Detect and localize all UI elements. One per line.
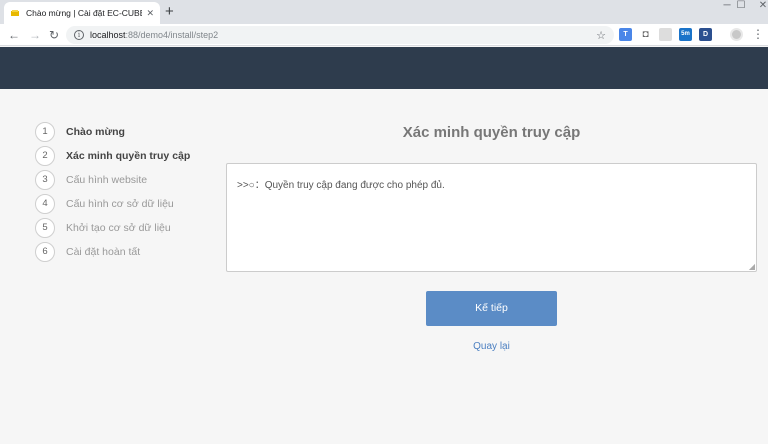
reload-icon[interactable]: ↻ xyxy=(49,27,59,43)
step-database-init: 5 Khởi tạo cơ sở dữ liệu xyxy=(35,216,190,240)
page-title: Xác minh quyền truy cập xyxy=(402,124,581,141)
step-number: 5 xyxy=(35,218,55,238)
new-tab-button[interactable]: + xyxy=(165,3,174,21)
browser-menu-icon[interactable]: ⋮ xyxy=(752,27,764,41)
permission-result-text: >>○：Quyền truy cập đang được cho phép đủ… xyxy=(237,180,445,191)
bookmark-star-icon[interactable]: ☆ xyxy=(596,29,606,42)
step-welcome: 1 Chào mừng xyxy=(35,120,190,144)
url-path: :88/demo4/install/step2 xyxy=(125,30,219,40)
step-label: Khởi tạo cơ sở dữ liệu xyxy=(66,222,171,234)
tab-close-icon[interactable]: ✕ xyxy=(146,8,154,19)
step-install-complete: 6 Cài đặt hoàn tất xyxy=(35,240,190,264)
step-number: 4 xyxy=(35,194,55,214)
install-steps: 1 Chào mừng 2 Xác minh quyền truy cập 3 … xyxy=(35,120,190,264)
back-arrow-icon[interactable]: ← xyxy=(8,27,20,43)
profile-avatar[interactable] xyxy=(730,28,743,41)
step-number: 2 xyxy=(35,146,55,166)
step-label: Cấu hình cơ sở dữ liệu xyxy=(66,198,174,210)
info-icon[interactable]: i xyxy=(74,30,84,40)
next-button[interactable]: Kế tiếp xyxy=(426,291,557,326)
step-access-check: 2 Xác minh quyền truy cập xyxy=(35,144,190,168)
site-favicon-icon xyxy=(11,10,19,16)
resize-handle-icon[interactable]: ◢ xyxy=(749,263,755,271)
timer-extension-icon[interactable]: 5m xyxy=(679,28,692,41)
step-number: 1 xyxy=(35,122,55,142)
step-database-config: 4 Cấu hình cơ sở dữ liệu xyxy=(35,192,190,216)
back-link[interactable]: Quay lại xyxy=(426,341,557,352)
browser-toolbar: ← → ↻ i localhost:88/demo4/install/step2… xyxy=(0,24,768,46)
step-number: 3 xyxy=(35,170,55,190)
tab-title: Chào mừng | Cài đặt EC-CUBE xyxy=(26,8,143,18)
browser-tab[interactable]: Chào mừng | Cài đặt EC-CUBE ✕ xyxy=(4,2,160,24)
url-host: localhost xyxy=(90,30,126,40)
camera-extension-icon[interactable]: ◘ xyxy=(639,28,652,41)
page-header xyxy=(0,47,768,89)
translate-extension-icon[interactable]: T xyxy=(619,28,632,41)
forward-arrow-icon[interactable]: → xyxy=(29,27,41,43)
step-label: Xác minh quyền truy cập xyxy=(66,150,191,162)
tab-strip: Chào mừng | Cài đặt EC-CUBE ✕ + ─ ☐ ✕ xyxy=(0,0,768,24)
d-extension-icon[interactable]: D xyxy=(699,28,712,41)
step-label: Chào mừng xyxy=(66,126,125,138)
step-label: Cài đặt hoàn tất xyxy=(66,246,141,258)
address-bar[interactable]: i localhost:88/demo4/install/step2 ☆ xyxy=(66,26,614,44)
window-close-icon[interactable]: ✕ xyxy=(748,0,768,14)
step-number: 6 xyxy=(35,242,55,262)
step-website-config: 3 Cấu hình website xyxy=(35,168,190,192)
blank-extension-icon[interactable] xyxy=(659,28,672,41)
permission-result-textarea[interactable]: >>○：Quyền truy cập đang được cho phép đủ… xyxy=(226,163,757,272)
step-label: Cấu hình website xyxy=(66,174,148,186)
